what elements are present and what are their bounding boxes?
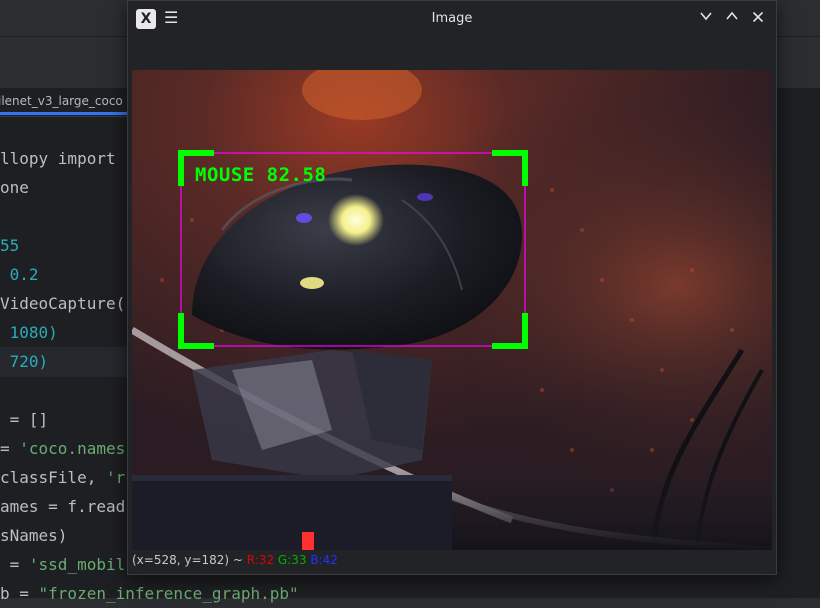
code-line: sNames) [0, 526, 68, 545]
pixel-green-value: G:33 [277, 553, 307, 567]
code-line: = 'ssd_mobil [0, 555, 126, 574]
window-toolbar [128, 37, 776, 70]
code-line: 0.2 [0, 265, 39, 284]
code-line: = 'coco.names [0, 439, 126, 458]
code-line: VideoCapture( [0, 294, 126, 313]
code-line: 720) [0, 352, 49, 371]
code-line: llopy import [0, 149, 116, 168]
close-icon [752, 11, 764, 23]
code-line: classFile, 'r [0, 468, 126, 487]
ide-tab-underline [0, 112, 128, 115]
window-title-bar[interactable]: X ☰ Image [128, 1, 776, 37]
pixel-coordinates: (x=528, y=182) ~ [132, 553, 247, 567]
code-line: = [] [0, 410, 49, 429]
close-button[interactable] [748, 9, 768, 29]
code-line: 55 [0, 236, 20, 255]
chevron-up-icon [726, 11, 738, 20]
window-title: Image [431, 11, 473, 26]
code-line: 1080) [0, 323, 58, 342]
code-line: ames = f.read [0, 497, 126, 516]
camera-frame[interactable]: MOUSE 82.58 [132, 70, 772, 550]
pixel-blue-value: B:42 [310, 553, 338, 567]
maximize-button[interactable] [722, 9, 742, 29]
minimize-button[interactable] [696, 9, 716, 29]
code-line: one [0, 178, 29, 197]
ide-tab-label: ilenet_v3_large_coco [0, 94, 123, 108]
pixel-red-value: R:32 [246, 553, 275, 567]
image-window: X ☰ Image MOUSE 82.58 (x=528, y=182) ~ R… [127, 0, 777, 575]
webcam-image [132, 70, 772, 550]
chevron-down-icon [700, 12, 712, 21]
code-line: b = "frozen_inference_graph.pb" [0, 584, 299, 603]
status-bar: (x=528, y=182) ~ R:32 G:33 B:42 [132, 553, 338, 571]
ide-right-gutter [775, 116, 820, 598]
detection-label: MOUSE 82.58 [195, 164, 327, 186]
